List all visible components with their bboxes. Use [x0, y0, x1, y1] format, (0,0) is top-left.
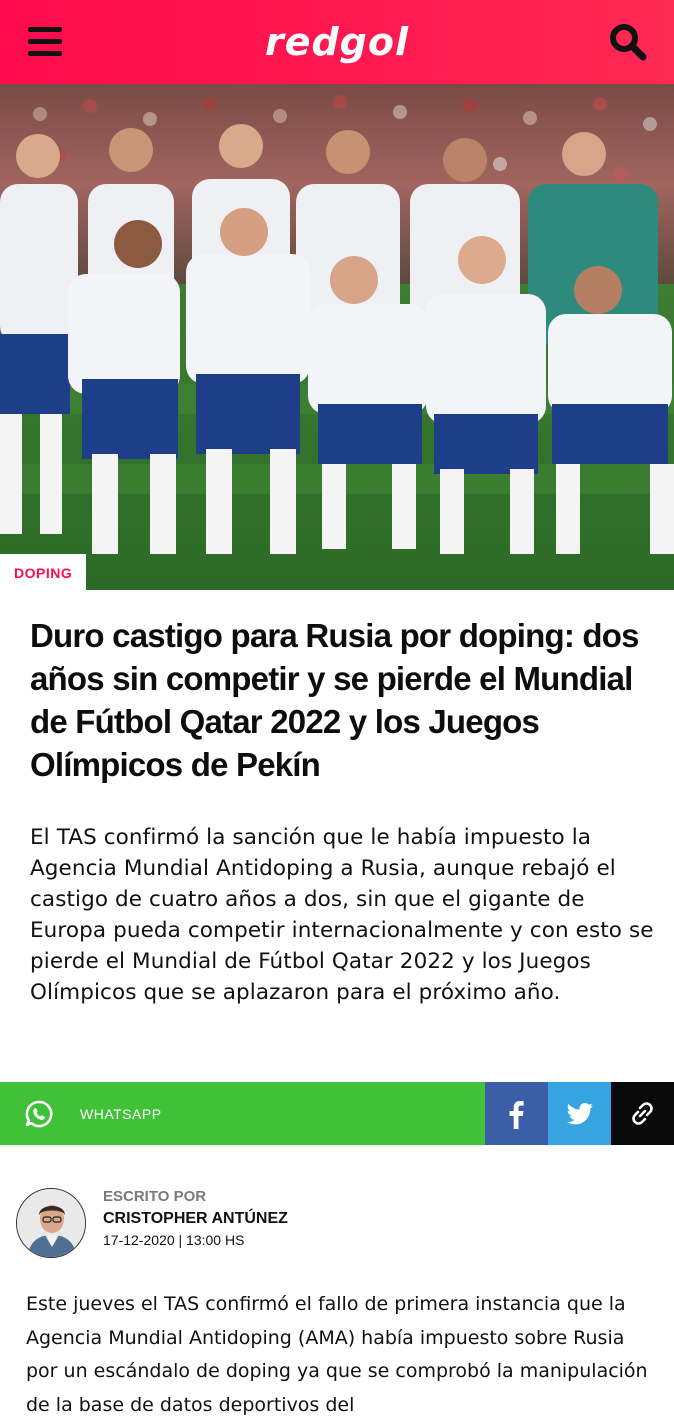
hero-image: [0, 84, 674, 590]
share-bar: WHATSAPP: [0, 1082, 674, 1145]
facebook-icon: [509, 1101, 524, 1129]
search-icon[interactable]: [606, 20, 650, 64]
menu-bar-middle: [28, 39, 62, 44]
written-by-label: ESCRITO POR: [103, 1188, 207, 1205]
article-lead: El TAS confirmó la sanción que le había …: [30, 825, 654, 1005]
site-logo[interactable]: redgol: [235, 18, 439, 66]
link-icon: [632, 1102, 653, 1125]
menu-bar-bottom: [28, 51, 62, 56]
share-facebook-button[interactable]: [485, 1082, 548, 1145]
share-whatsapp-button[interactable]: WHATSAPP: [0, 1082, 485, 1145]
site-header: redgol: [0, 0, 674, 84]
article-title: Duro castigo para Rusia por doping: dos …: [30, 617, 639, 783]
author-name[interactable]: CRISTOPHER ANTÚNEZ: [103, 1210, 288, 1228]
author-avatar[interactable]: [16, 1188, 86, 1258]
category-tag[interactable]: DOPING: [0, 554, 87, 590]
whatsapp-icon: [25, 1100, 53, 1128]
author-block: ESCRITO POR CRISTOPHER ANTÚNEZ 17-12-202…: [16, 1186, 656, 1262]
hamburger-menu-icon[interactable]: [22, 22, 66, 62]
twitter-icon: [566, 1103, 593, 1125]
copy-link-button[interactable]: [611, 1082, 674, 1145]
whatsapp-label: WHATSAPP: [80, 1106, 162, 1122]
share-twitter-button[interactable]: [548, 1082, 611, 1145]
article-body: Este jueves el TAS confirmó el fallo de …: [26, 1293, 648, 1416]
publish-date: 17-12-2020 | 13:00 HS: [103, 1232, 245, 1248]
menu-bar-top: [28, 27, 62, 32]
